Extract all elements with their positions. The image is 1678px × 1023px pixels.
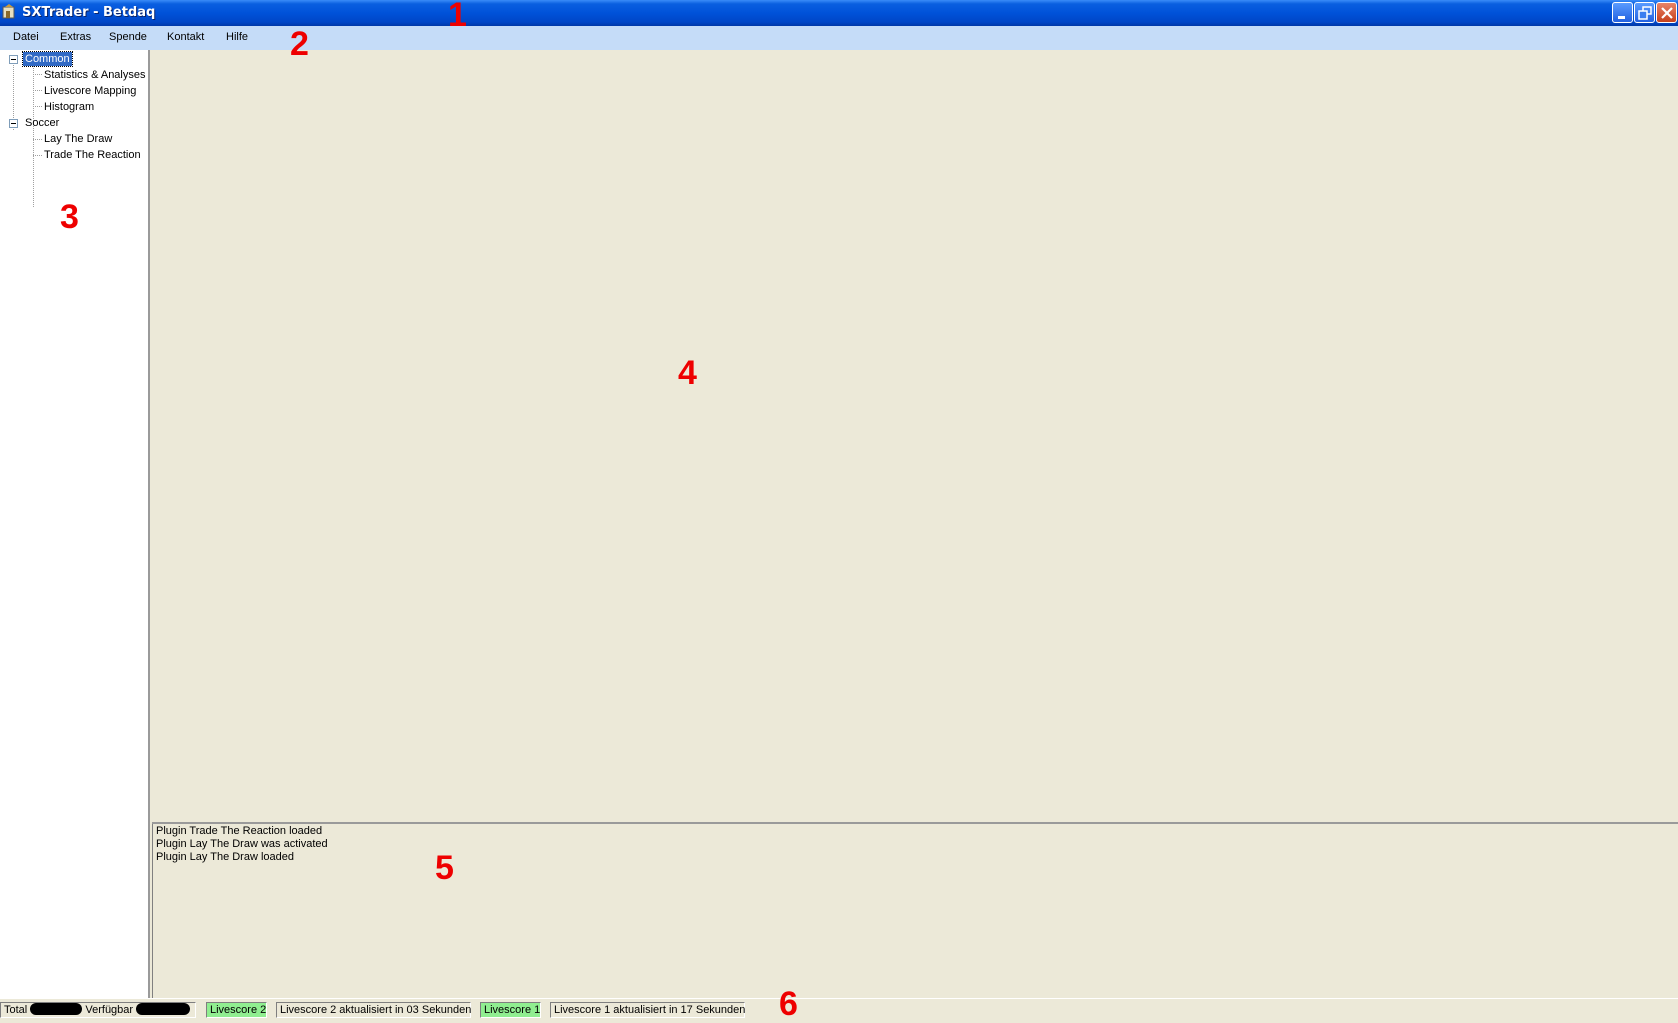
application-window: SXTrader - Betdaq Datei Extras Spende Ko…	[0, 0, 1678, 1023]
tree-item-histogram[interactable]: Histogram	[42, 100, 96, 114]
annotation-3: 3	[60, 198, 79, 236]
tree-connector	[33, 138, 34, 207]
tree-connector	[33, 90, 42, 91]
collapse-common-toggle[interactable]	[9, 55, 18, 64]
log-line: Plugin Lay The Draw loaded	[156, 851, 294, 863]
annotation-6: 6	[779, 985, 798, 1023]
available-label: Verfügbar	[85, 1004, 134, 1016]
tree-connector	[33, 106, 42, 107]
app-icon	[2, 4, 15, 19]
livescore1-indicator: Livescore 1	[480, 1002, 541, 1018]
tree-group-common[interactable]: Common	[22, 51, 73, 67]
total-label: Total	[4, 1004, 28, 1016]
annotation-2: 2	[290, 25, 309, 63]
menu-bar: Datei Extras Spende Kontakt Hilfe	[0, 26, 1678, 50]
balance-panel: Total Verfügbar	[0, 1002, 196, 1018]
tree-group-soccer[interactable]: Soccer	[23, 116, 61, 130]
title-bar[interactable]: SXTrader - Betdaq	[0, 0, 1678, 26]
redacted-total-value	[30, 1003, 83, 1015]
main-content-area[interactable]	[152, 50, 1678, 822]
menu-extras[interactable]: Extras	[60, 31, 91, 43]
log-line: Plugin Lay The Draw was activated	[156, 838, 328, 850]
annotation-4: 4	[678, 354, 697, 392]
tree-item-lay-the-draw[interactable]: Lay The Draw	[42, 132, 114, 146]
tree-connector	[33, 74, 42, 75]
status-bar: Total Verfügbar Livescore 2 Livescore 2 …	[0, 998, 1678, 1019]
close-icon	[1661, 7, 1673, 19]
log-panel[interactable]: Plugin Trade The Reaction loaded Plugin …	[152, 824, 1678, 998]
collapse-soccer-toggle[interactable]	[9, 119, 18, 128]
minimize-button[interactable]	[1612, 2, 1633, 23]
restore-icon	[1638, 6, 1652, 20]
livescore1-status: Livescore 1 aktualisiert in 17 Sekunden	[550, 1002, 745, 1018]
minimize-icon	[1618, 16, 1625, 19]
tree-item-statistics-analyses[interactable]: Statistics & Analyses	[42, 68, 148, 82]
livescore2-indicator: Livescore 2	[206, 1002, 267, 1018]
log-line: Plugin Trade The Reaction loaded	[156, 825, 323, 837]
tree-item-trade-the-reaction[interactable]: Trade The Reaction	[42, 148, 143, 162]
close-button[interactable]	[1656, 2, 1677, 23]
redacted-available-value	[136, 1003, 191, 1015]
annotation-1: 1	[448, 0, 467, 34]
menu-spende[interactable]: Spende	[109, 31, 147, 43]
restore-button[interactable]	[1634, 2, 1655, 23]
tree-connector	[33, 155, 42, 156]
window-title: SXTrader - Betdaq	[22, 5, 156, 20]
menu-hilfe[interactable]: Hilfe	[226, 31, 248, 43]
tree-item-livescore-mapping[interactable]: Livescore Mapping	[42, 84, 138, 98]
tree-connector	[33, 139, 42, 140]
annotation-5: 5	[435, 849, 454, 887]
menu-kontakt[interactable]: Kontakt	[167, 31, 204, 43]
plugin-tree[interactable]: Common Statistics & Analyses Livescore M…	[0, 50, 150, 998]
livescore2-status: Livescore 2 aktualisiert in 03 Sekunden	[276, 1002, 471, 1018]
menu-datei[interactable]: Datei	[13, 31, 39, 43]
